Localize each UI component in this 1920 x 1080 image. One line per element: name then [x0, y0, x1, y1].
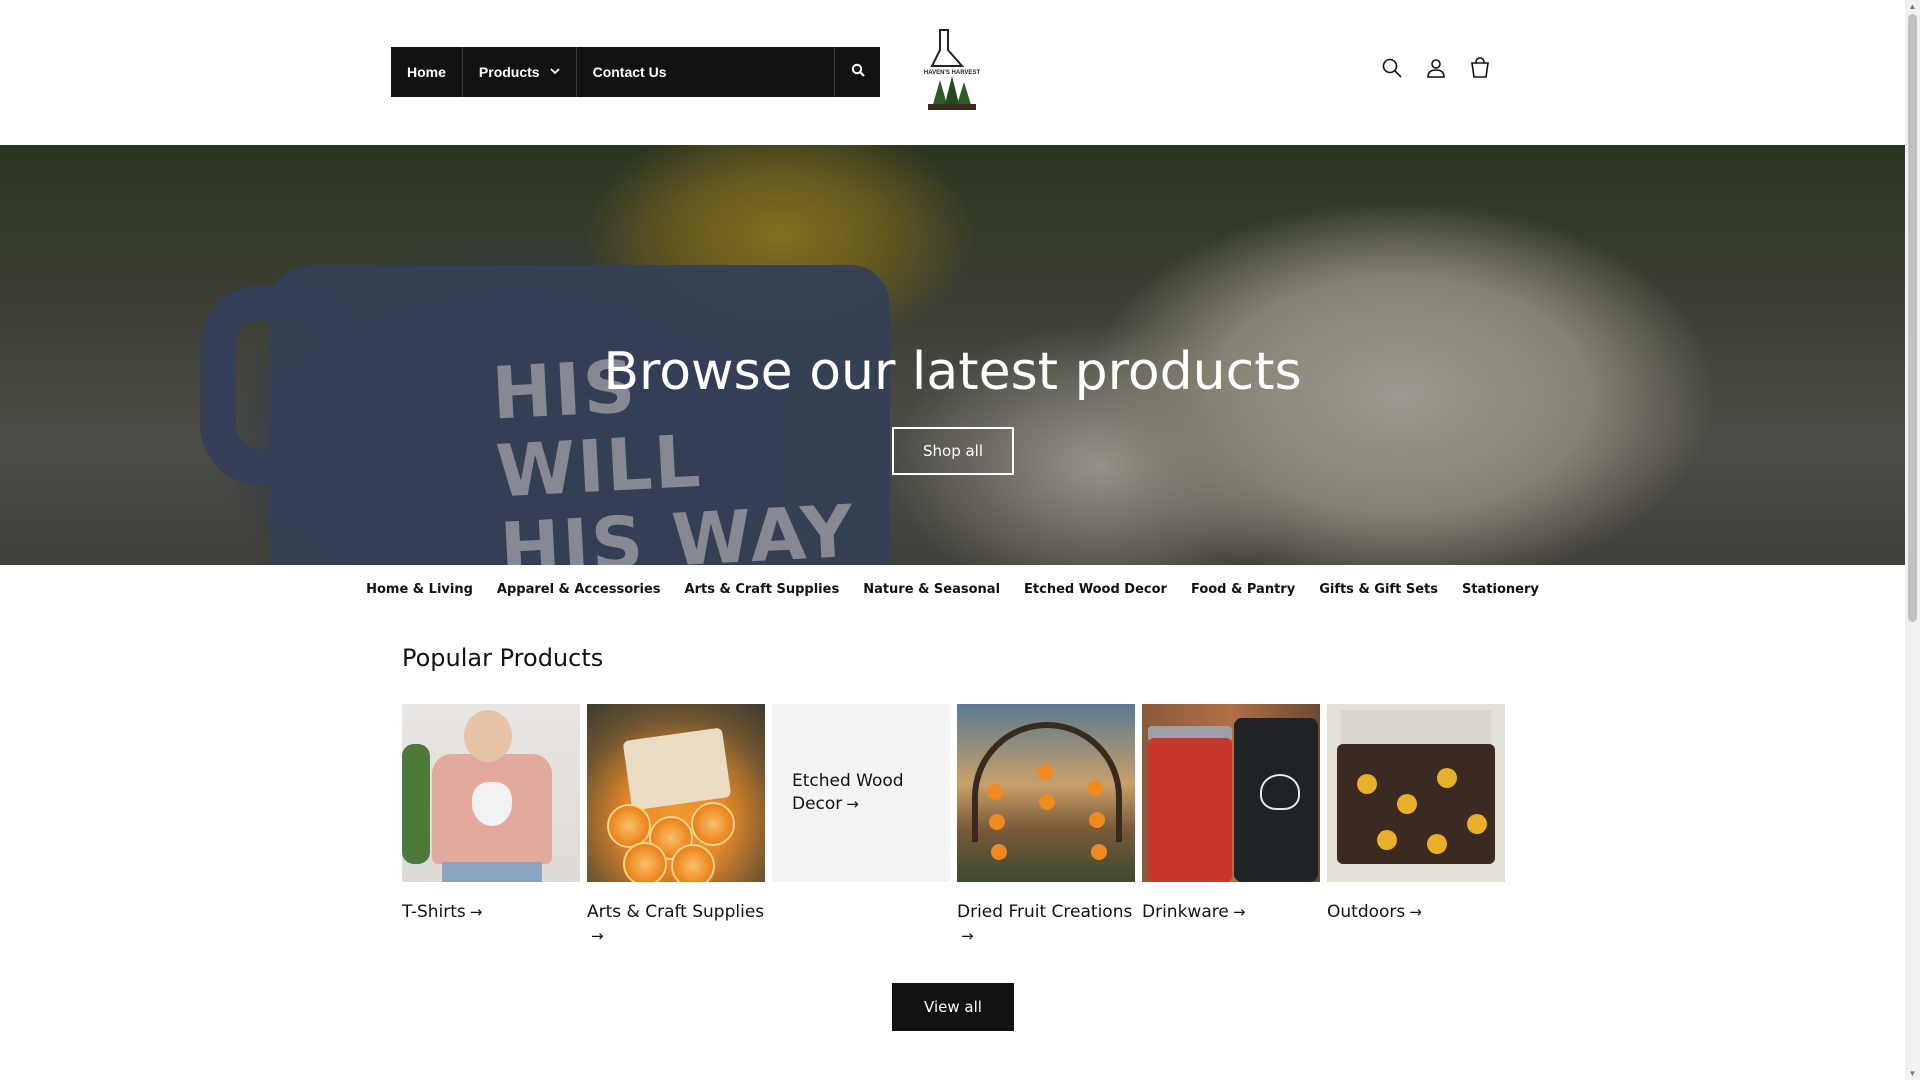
- category-gifts[interactable]: Gifts & Gift Sets: [1319, 582, 1438, 597]
- popular-products-grid: T-Shirts → Arts & Craft Supplies → Etched …: [402, 704, 1505, 948]
- nav-products-label: Products: [478, 64, 540, 80]
- nav-home-label: Home: [407, 64, 446, 80]
- page-scrollbar[interactable]: ▲ ▼: [1905, 0, 1920, 1080]
- product-card-etched-wood[interactable]: Etched Wood Decor →: [772, 704, 950, 948]
- arts-craft-image: [587, 704, 765, 882]
- category-etched-wood[interactable]: Etched Wood Decor: [1024, 582, 1167, 597]
- hero-banner: HIS WILL HIS WAY MY FAITH Browse our lat…: [0, 145, 1905, 565]
- logo-text: HAVEN'S HARVEST: [924, 70, 981, 76]
- site-logo[interactable]: HAVEN'S HARVEST: [918, 28, 986, 112]
- scroll-up-arrow[interactable]: ▲: [1908, 2, 1917, 11]
- card-label: Drinkware →: [1142, 902, 1246, 922]
- scroll-down-arrow[interactable]: ▼: [1908, 1069, 1917, 1078]
- product-card-tshirts[interactable]: T-Shirts →: [402, 704, 580, 948]
- search-icon[interactable]: [1380, 56, 1404, 80]
- chevron-down-icon: [549, 66, 560, 78]
- arrow-right-icon: →: [846, 795, 859, 813]
- arrow-right-icon: →: [591, 927, 604, 945]
- nav-search-button[interactable]: [834, 47, 880, 97]
- arrow-right-icon: →: [469, 903, 483, 921]
- category-bar: Home & Living Apparel & Accessories Arts…: [0, 582, 1905, 597]
- search-icon: [851, 63, 865, 82]
- view-all-button[interactable]: View all: [892, 983, 1014, 1031]
- nav-contact[interactable]: Contact Us: [577, 47, 683, 97]
- header-icons: [1380, 56, 1492, 80]
- nav-contact-label: Contact Us: [592, 64, 667, 80]
- category-home-living[interactable]: Home & Living: [366, 582, 473, 597]
- product-card-outdoors[interactable]: Outdoors →: [1327, 704, 1505, 948]
- main-nav: Home Products Contact Us: [391, 47, 880, 97]
- dried-fruit-image: [957, 704, 1135, 882]
- category-nature-seasonal[interactable]: Nature & Seasonal: [863, 582, 1000, 597]
- arrow-right-icon: →: [1409, 903, 1422, 921]
- category-stationery[interactable]: Stationery: [1462, 582, 1539, 597]
- cart-icon[interactable]: [1468, 56, 1492, 80]
- nav-products[interactable]: Products: [463, 47, 577, 97]
- outdoors-image: [1327, 704, 1505, 882]
- shop-all-button[interactable]: Shop all: [892, 427, 1014, 475]
- tshirt-image: [402, 704, 580, 882]
- scroll-thumb[interactable]: [1908, 14, 1917, 622]
- product-card-dried-fruit[interactable]: Dried Fruit Creations →: [957, 704, 1135, 948]
- arrow-right-icon: →: [1232, 903, 1246, 921]
- popular-products-title: Popular Products: [402, 644, 604, 672]
- category-arts-craft[interactable]: Arts & Craft Supplies: [685, 582, 840, 597]
- etched-wood-tile: Etched Wood Decor →: [772, 704, 950, 882]
- arrow-right-icon: →: [961, 927, 974, 945]
- site-header: Home Products Contact Us HAVEN'S HARVEST: [0, 0, 1905, 145]
- hero-title: Browse our latest products: [603, 342, 1302, 402]
- product-card-drinkware[interactable]: Drinkware →: [1142, 704, 1320, 948]
- account-icon[interactable]: [1424, 56, 1448, 80]
- card-label: Dried Fruit Creations →: [957, 902, 1133, 945]
- drinkware-image: [1142, 704, 1320, 882]
- card-label: Arts & Craft Supplies →: [587, 902, 765, 945]
- product-card-arts-craft[interactable]: Arts & Craft Supplies →: [587, 704, 765, 948]
- category-food-pantry[interactable]: Food & Pantry: [1191, 582, 1295, 597]
- card-label: T-Shirts →: [402, 902, 483, 922]
- card-label: Outdoors →: [1327, 902, 1422, 922]
- nav-home[interactable]: Home: [391, 47, 463, 97]
- category-apparel[interactable]: Apparel & Accessories: [497, 582, 661, 597]
